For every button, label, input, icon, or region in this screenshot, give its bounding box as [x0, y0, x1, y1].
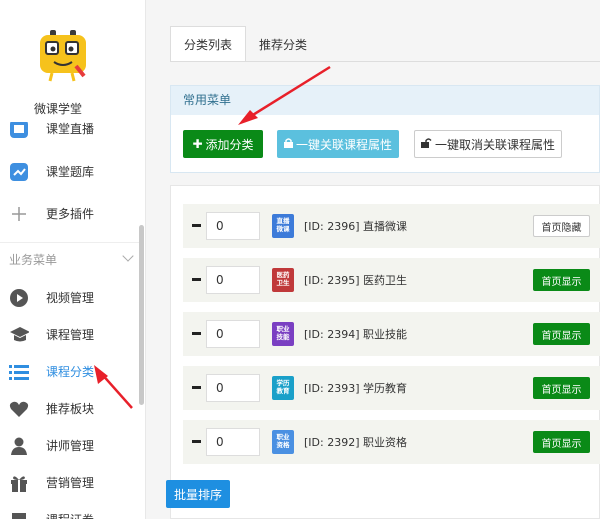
- sidebar-item-certificate[interactable]: 课程证券: [0, 501, 140, 519]
- logo-icon: [40, 30, 86, 82]
- list-icon: [9, 362, 29, 382]
- category-name: [ID: 2395] 医药卫生: [304, 274, 407, 287]
- sort-order-input[interactable]: 0: [206, 428, 260, 456]
- plus-icon: [9, 204, 29, 224]
- sidebar-item-label: 讲师管理: [46, 439, 95, 453]
- sidebar-scrollbar[interactable]: [139, 225, 144, 405]
- button-label: 一键关联课程属性: [295, 137, 392, 152]
- minus-icon[interactable]: [192, 332, 201, 335]
- thumb-text: 医药 卫生: [276, 271, 290, 287]
- sidebar-item-course-category[interactable]: 课程分类: [0, 353, 140, 390]
- unlock-icon: [420, 137, 432, 151]
- category-row: 0 职业 技能 [ID: 2394] 职业技能 首页显示: [183, 312, 600, 356]
- sort-order-input[interactable]: 0: [206, 212, 260, 240]
- tab-divider: [170, 61, 600, 62]
- sidebar-item-label: 营销管理: [46, 476, 95, 490]
- minus-icon[interactable]: [192, 386, 201, 389]
- tab-category-list[interactable]: 分类列表: [170, 26, 247, 62]
- sort-order-input[interactable]: 0: [206, 374, 260, 402]
- thumb-text: 职业 资格: [276, 433, 290, 449]
- sidebar-item-video[interactable]: 视频管理: [0, 279, 140, 316]
- sidebar-item-label: 视频管理: [46, 291, 95, 305]
- sidebar-item-label: 课程管理: [46, 328, 95, 342]
- thumb-text: 学历 教育: [276, 379, 290, 395]
- homepage-toggle-button[interactable]: 首页隐藏: [533, 215, 590, 237]
- category-row: 0 直播 微课 [ID: 2396] 直播微课 首页隐藏: [183, 204, 600, 248]
- minus-icon[interactable]: [192, 440, 201, 443]
- sidebar-item-question-bank[interactable]: 课堂题库: [0, 153, 140, 190]
- mortarboard-icon: [9, 325, 29, 345]
- category-name: [ID: 2393] 学历教育: [304, 382, 407, 395]
- category-thumbnail: 职业 资格: [272, 430, 294, 454]
- plus-icon: ✚: [192, 137, 203, 151]
- batch-sort-button[interactable]: 批量排序: [166, 480, 230, 508]
- thumb-text: 直播 微课: [276, 217, 290, 233]
- sidebar: 课堂直播 微课学堂 课堂题库 更多插件 业务菜单 视频管理 课程管理 课程分类 …: [0, 0, 146, 519]
- chevron-down-icon: [122, 250, 134, 262]
- category-name: [ID: 2392] 职业资格: [304, 436, 407, 449]
- teacher-icon: [9, 436, 29, 456]
- button-label: 添加分类: [205, 137, 254, 152]
- thumb-text: 职业 技能: [276, 325, 290, 341]
- link-course-attr-button[interactable]: 一键关联课程属性: [277, 130, 399, 158]
- question-bank-icon: [9, 162, 29, 182]
- heart-icon: [9, 399, 29, 419]
- homepage-toggle-button[interactable]: 首页显示: [533, 377, 590, 399]
- category-thumbnail: 直播 微课: [272, 214, 294, 238]
- sidebar-item-teachers[interactable]: 讲师管理: [0, 427, 140, 464]
- category-thumbnail: 医药 卫生: [272, 268, 294, 292]
- lock-icon: [283, 137, 293, 151]
- sidebar-item-label: 课程分类: [46, 365, 95, 379]
- main-content: 分类列表 推荐分类 常用菜单 ✚ 添加分类 一键关联课程属性 一键取消关联课程属…: [146, 0, 600, 519]
- play-icon: [9, 288, 29, 308]
- panel-title: 常用菜单: [171, 86, 599, 115]
- tab-recommended-category[interactable]: 推荐分类: [246, 26, 320, 62]
- category-row: 0 职业 资格 [ID: 2392] 职业资格 首页显示: [183, 420, 600, 464]
- category-thumbnail: 学历 教育: [272, 376, 294, 400]
- category-thumbnail: 职业 技能: [272, 322, 294, 346]
- category-row: 0 医药 卫生 [ID: 2395] 医药卫生 首页显示: [183, 258, 600, 302]
- sidebar-item-label: 课堂直播: [46, 122, 95, 136]
- sidebar-item-label: 推荐板块: [46, 402, 95, 416]
- category-list-panel: 0 直播 微课 [ID: 2396] 直播微课 首页隐藏 0 医药 卫生 [ID…: [170, 185, 600, 519]
- button-label: 一键取消关联课程属性: [434, 137, 555, 152]
- gift-icon: [9, 473, 29, 493]
- category-name: [ID: 2396] 直播微课: [304, 220, 407, 233]
- sidebar-item-label: 更多插件: [46, 207, 95, 221]
- minus-icon[interactable]: [192, 278, 201, 281]
- tab-bar: 分类列表 推荐分类: [170, 26, 320, 62]
- category-name: [ID: 2394] 职业技能: [304, 328, 407, 341]
- sidebar-item-label: 课堂题库: [46, 165, 95, 179]
- minus-icon[interactable]: [192, 224, 201, 227]
- homepage-toggle-button[interactable]: 首页显示: [533, 323, 590, 345]
- sidebar-item-courses[interactable]: 课程管理: [0, 316, 140, 353]
- homepage-toggle-button[interactable]: 首页显示: [533, 431, 590, 453]
- unlink-course-attr-button[interactable]: 一键取消关联课程属性: [414, 130, 562, 158]
- brand: 微课学堂: [0, 0, 145, 122]
- sort-order-input[interactable]: 0: [206, 320, 260, 348]
- sidebar-item-more-plugins[interactable]: 更多插件: [0, 195, 140, 232]
- sidebar-item-label: 课程证券: [46, 511, 94, 519]
- sidebar-section-business[interactable]: 业务菜单: [0, 242, 140, 272]
- add-category-button[interactable]: ✚ 添加分类: [183, 130, 263, 158]
- sort-order-input[interactable]: 0: [206, 266, 260, 294]
- certificate-icon: [9, 510, 29, 519]
- section-label: 业务菜单: [9, 253, 58, 267]
- sidebar-item-marketing[interactable]: 营销管理: [0, 464, 140, 501]
- category-row: 0 学历 教育 [ID: 2393] 学历教育 首页显示: [183, 366, 600, 410]
- sidebar-item-recommend[interactable]: 推荐板块: [0, 390, 140, 427]
- homepage-toggle-button[interactable]: 首页显示: [533, 269, 590, 291]
- brand-name: 微课学堂: [33, 102, 82, 116]
- common-menu-panel: 常用菜单 ✚ 添加分类 一键关联课程属性 一键取消关联课程属性: [170, 85, 600, 173]
